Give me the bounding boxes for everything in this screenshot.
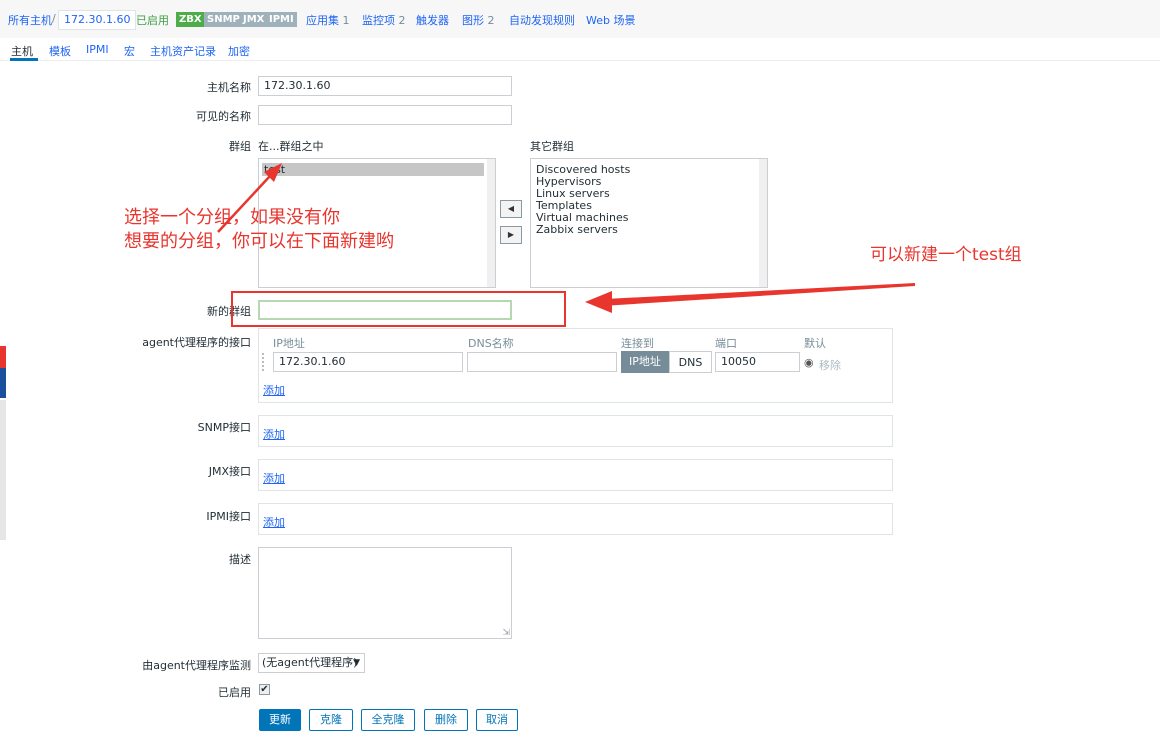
drag-handle[interactable] bbox=[262, 353, 269, 371]
annotation-left-line1: 选择一个分组，如果没有你 bbox=[124, 207, 340, 228]
column-ip: IP地址 bbox=[273, 337, 305, 350]
interface-port-input[interactable]: 10050 bbox=[715, 352, 800, 372]
jmx-panel: 添加 bbox=[258, 459, 893, 491]
background-window-edge bbox=[0, 340, 6, 540]
column-dns: DNS名称 bbox=[468, 337, 514, 350]
proxy-select[interactable]: (无agent代理程序) ▼ bbox=[258, 653, 365, 673]
column-port: 端口 bbox=[715, 337, 737, 350]
default-radio-icon[interactable]: ◉ bbox=[804, 356, 814, 369]
clone-button[interactable]: 克隆 bbox=[309, 709, 353, 731]
cancel-button[interactable]: 取消 bbox=[476, 709, 518, 731]
right-arrow bbox=[585, 283, 915, 313]
description-textarea[interactable]: ⇲ bbox=[258, 547, 512, 639]
add-agent-interface-link[interactable]: 添加 bbox=[263, 382, 285, 398]
column-default: 默认 bbox=[804, 337, 826, 350]
jmx-label: JMX接口 bbox=[208, 465, 251, 478]
full-clone-button[interactable]: 全克隆 bbox=[361, 709, 415, 731]
ipmi-label: IPMI接口 bbox=[206, 510, 251, 523]
remove-link[interactable]: 移除 bbox=[819, 357, 841, 373]
chevron-down-icon: ▼ bbox=[353, 658, 360, 668]
agent-interfaces-panel: IP地址 DNS名称 连接到 端口 默认 172.30.1.60 IP地址 DN… bbox=[258, 328, 893, 403]
add-jmx-interface-link[interactable]: 添加 bbox=[263, 470, 285, 486]
column-connect: 连接到 bbox=[621, 337, 654, 350]
proxy-label: 由agent代理程序监测 bbox=[142, 659, 251, 672]
connect-dns-button[interactable]: DNS bbox=[669, 351, 712, 373]
edge-fragment bbox=[0, 400, 6, 540]
snmp-label: SNMP接口 bbox=[197, 421, 251, 434]
connect-ip-button[interactable]: IP地址 bbox=[621, 351, 669, 373]
highlight-box bbox=[231, 291, 566, 327]
resize-handle-icon[interactable]: ⇲ bbox=[502, 628, 510, 638]
interface-ip-input[interactable]: 172.30.1.60 bbox=[273, 352, 463, 372]
add-ipmi-interface-link[interactable]: 添加 bbox=[263, 514, 285, 530]
annotation-left-line2: 想要的分组，你可以在下面新建哟 bbox=[124, 231, 394, 252]
add-snmp-interface-link[interactable]: 添加 bbox=[263, 426, 285, 442]
delete-button[interactable]: 删除 bbox=[424, 709, 468, 731]
agent-interfaces-label: agent代理程序的接口 bbox=[142, 336, 251, 349]
description-label: 描述 bbox=[229, 553, 251, 566]
edge-fragment bbox=[0, 368, 6, 398]
ipmi-panel: 添加 bbox=[258, 503, 893, 535]
snmp-panel: 添加 bbox=[258, 415, 893, 447]
interface-dns-input[interactable] bbox=[467, 352, 617, 372]
enabled-label: 已启用 bbox=[218, 686, 251, 699]
edge-fragment bbox=[0, 346, 6, 368]
enabled-checkbox[interactable]: ✔ bbox=[259, 684, 270, 695]
proxy-select-value: (无agent代理程序) bbox=[262, 656, 358, 669]
update-button[interactable]: 更新 bbox=[259, 709, 301, 731]
annotation-right: 可以新建一个test组 bbox=[870, 245, 1022, 265]
